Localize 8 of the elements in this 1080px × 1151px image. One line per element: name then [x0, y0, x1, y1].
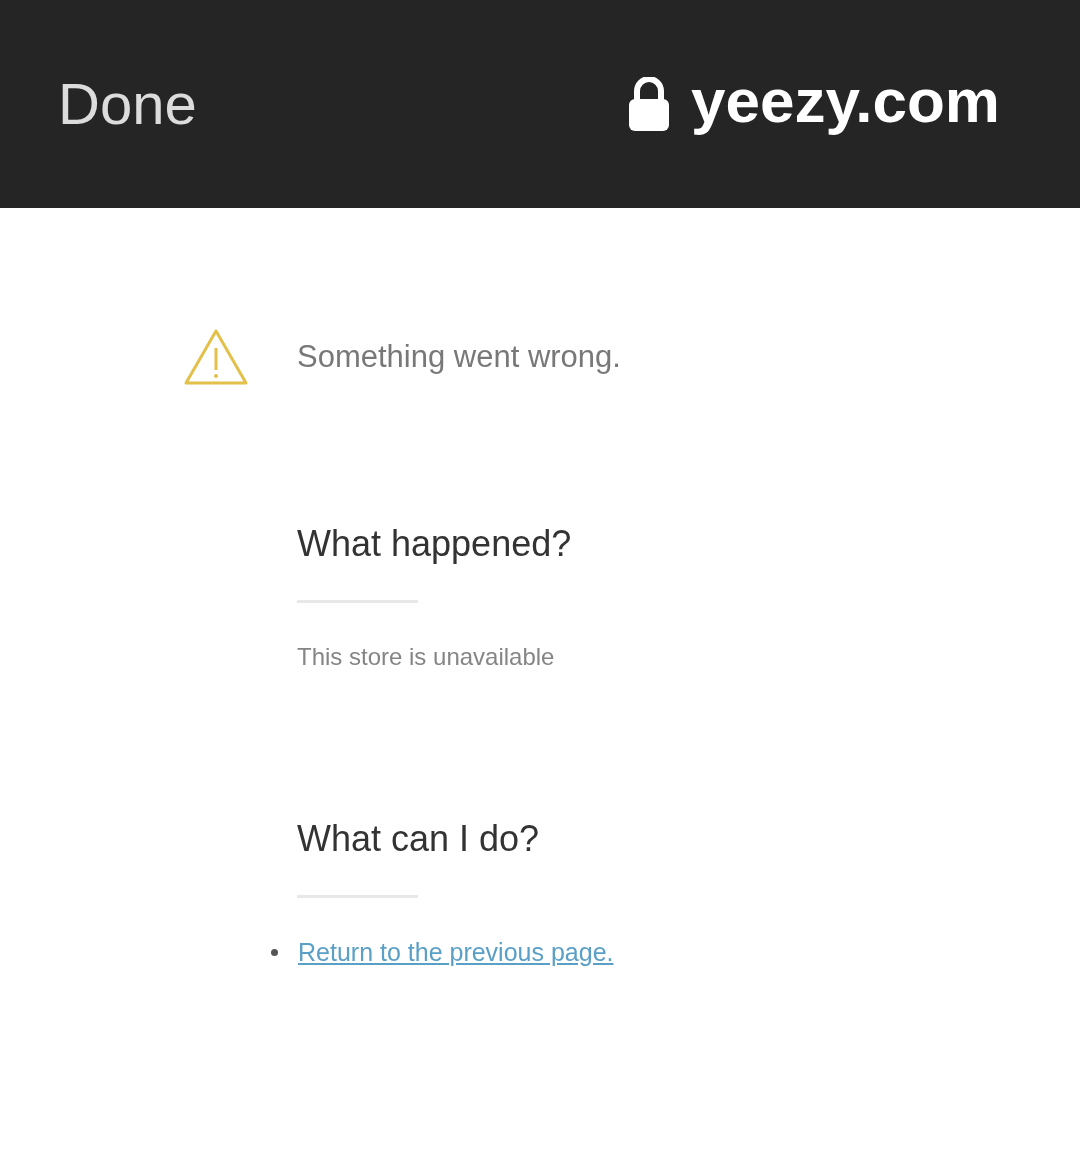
section-heading: What can I do? — [297, 821, 540, 857]
section-text: This store is unavailable — [297, 643, 555, 671]
site-domain: yeezy.com — [690, 70, 1000, 137]
bullet-icon — [271, 949, 278, 956]
warning-icon — [183, 328, 249, 386]
done-button[interactable]: Done — [58, 75, 197, 133]
section-heading: What happened? — [297, 526, 572, 562]
error-message: Something went wrong. — [297, 339, 621, 375]
